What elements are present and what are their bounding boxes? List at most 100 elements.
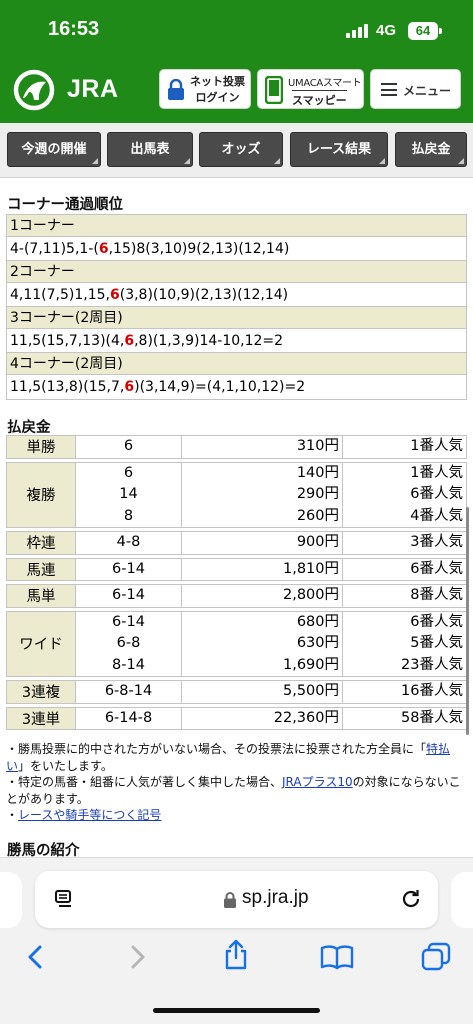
scroll-indicator[interactable] [466,507,469,735]
payout-amount: 900円 [296,534,339,550]
popularity-rank: 8番人気 [410,587,463,603]
combination: 6-8 [116,635,141,651]
payout-title: 払戻金 [7,420,51,436]
nav-this-week[interactable]: 今週の開催 [7,132,101,167]
jra-plus10-link[interactable]: JRAプラス10 [282,775,353,789]
login-label: ネット投票 ログイン [190,75,245,104]
combination: 4-8 [116,534,141,550]
url-text: sp.jra.jp [242,887,309,908]
combination: 6-14 [112,613,145,630]
payout-amount: 22,360円 [273,709,339,726]
payout-table: 単勝 6 310円 1番人気 複勝 6 14 8 140円 290円 260円 1番人気 6番人気 4番人… [6,435,467,730]
highlighted-horse-number: 6 [124,333,135,349]
payout-row: 複勝 6 14 8 140円 290円 260円 1番人気 6番人気 4番人気 [6,461,467,528]
net-vote-login-button[interactable]: ネット投票 ログイン [159,69,251,109]
popularity-rank: 58番人気 [401,709,463,726]
bookmarks-icon[interactable] [320,944,354,970]
popularity-rank: 1番人気 [410,464,463,481]
corner-order-value: 11,5(15,7,13)(4,6,8)(1,3,9)14-10,12=2 [7,329,466,353]
status-time: 16:53 [48,18,100,40]
corner-label: 3コーナー(2周目) [7,307,466,329]
nav-race-card[interactable]: 出馬表 [107,132,193,167]
smartphone-icon [265,76,283,104]
nav-race-results[interactable]: レース結果 [290,132,388,167]
menu-label: メニュー [403,84,452,98]
bet-type: 複勝 [6,461,76,528]
menu-button[interactable]: メニュー [370,69,461,109]
combination: 6 [123,464,134,481]
reload-icon[interactable] [399,887,423,911]
popularity-rank: 6番人気 [410,486,463,502]
payout-amount: 680円 [296,613,339,630]
network-type: 4G [376,22,397,39]
smappy-label: スマッピー [292,90,347,108]
payout-amount: 630円 [296,635,339,651]
highlighted-horse-number: 6 [109,287,120,303]
umaca-smart-button[interactable]: UMACAスマート スマッピー [257,69,364,109]
payout-row: 馬連 6-14 1,810円 6番人気 [6,557,467,581]
bet-type: ワイド [6,610,76,677]
bet-type: 馬連 [6,557,76,581]
lock-icon [168,79,184,100]
payout-amount: 2,800円 [282,587,339,603]
prev-tab-peek[interactable] [0,872,22,928]
share-icon[interactable] [223,939,249,971]
corner-order-value: 11,5(13,8)(15,7,6)(3,14,9)=(4,1,10,12)=2 [7,375,466,399]
bet-type: 3連単 [6,706,76,730]
address-bar[interactable]: sp.jra.jp [35,871,438,928]
umaca-label: UMACAスマート [288,78,362,89]
bet-type: 馬単 [6,584,76,608]
nav-odds[interactable]: オッズ [199,132,283,167]
payout-row: 枠連 4-8 900円 3番人気 [6,531,467,555]
corner-label: 4コーナー(2周目) [7,353,466,375]
back-icon[interactable] [26,944,46,970]
next-tab-peek[interactable] [451,872,473,928]
jra-logo[interactable]: JRA [12,68,122,112]
payout-amount: 260円 [296,507,339,524]
cellular-signal-icon [346,24,370,38]
logo-text: JRA [67,75,119,103]
popularity-rank: 3番人気 [410,534,463,550]
payout-notes: ・勝馬投票に的中された方がいない場合、その投票法に投票された方全員に「特払い」を… [6,741,468,824]
payout-amount: 5,500円 [282,683,339,699]
combination: 6 [123,438,134,454]
popularity-rank: 6番人気 [410,560,463,577]
corner-order-title: コーナー通過順位 [7,197,123,213]
tabs-icon[interactable] [421,942,451,972]
combination: 8-14 [112,656,145,673]
payout-amount: 1,810円 [282,560,339,577]
battery-icon: 64 [408,22,438,40]
payout-amount: 140円 [296,464,339,481]
popularity-rank: 6番人気 [410,613,463,630]
bet-type: 枠連 [6,531,76,555]
jra-emblem-icon [13,69,55,111]
forward-icon[interactable] [127,944,147,970]
corner-label: 2コーナー [7,261,466,283]
combination: 8 [123,507,134,524]
app-header: 16:53 4G 64 JRA ネット投票 ログイン UMACAスマート スマッ… [0,0,473,123]
payout-amount: 310円 [296,438,339,454]
bet-type: 3連複 [6,680,76,704]
bet-type: 単勝 [6,435,76,459]
hamburger-icon [381,83,397,96]
payout-row: 単勝 6 310円 1番人気 [6,435,467,459]
popularity-rank: 16番人気 [401,683,463,699]
symbols-link[interactable]: レースや騎手等につく記号 [18,808,161,822]
payout-row: 馬単 6-14 2,800円 8番人気 [6,584,467,608]
note-symbols: ・レースや騎手等につく記号 [6,808,162,822]
highlighted-horse-number: 6 [124,379,135,395]
combination: 6-14 [112,587,145,603]
corner-order-table: 1コーナー 4-(7,11)5,1-(6,15)8(3,10)9(2,13)(12… [6,214,467,400]
battery-tip [439,28,442,34]
combination: 6-14-8 [104,709,153,726]
combination: 14 [119,486,138,502]
home-indicator[interactable] [153,1008,320,1013]
payout-row: ワイド 6-14 6-8 8-14 680円 630円 1,690円 6番人気 5番人気 23番人… [6,610,467,677]
reader-mode-icon[interactable] [52,887,76,911]
nav-payouts[interactable]: 払戻金 [395,132,467,167]
combination: 6-8-14 [104,683,153,699]
corner-order-value: 4,11(7,5)1,15,6(3,8)(10,9)(2,13)(12,14) [7,283,466,307]
note-special-payout: ・勝馬投票に的中された方がいない場合、その投票法に投票された方全員に「特払い」を… [6,742,451,773]
popularity-rank: 1番人気 [410,438,463,454]
payout-amount: 1,690円 [282,656,339,673]
